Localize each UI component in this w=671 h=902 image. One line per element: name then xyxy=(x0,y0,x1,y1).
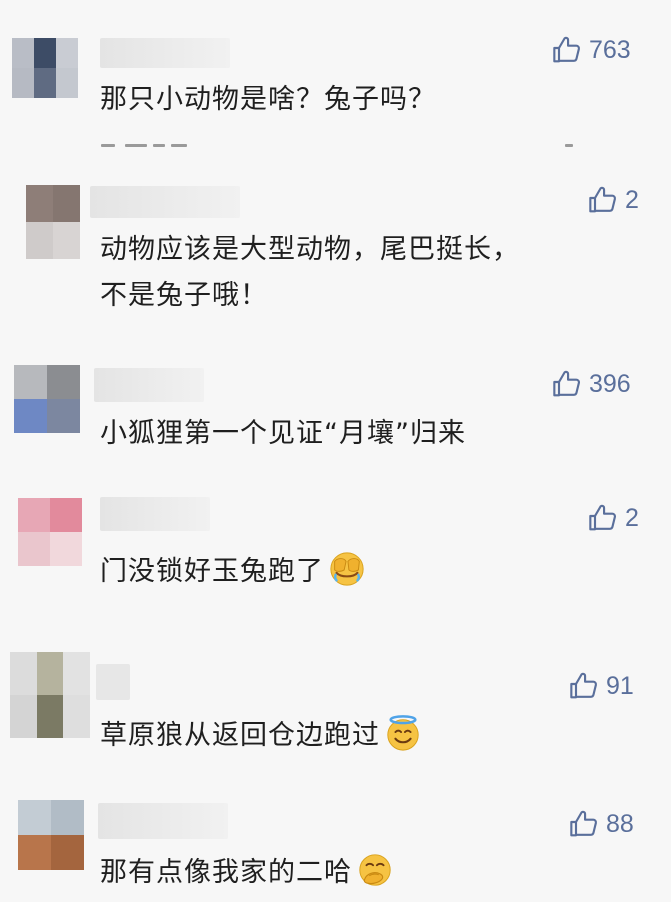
comment-text-line-2: 不是兔子哦！ xyxy=(100,280,268,311)
like-count: 2 xyxy=(625,185,639,214)
thumbs-up-icon xyxy=(568,670,600,702)
thumbs-up-icon xyxy=(587,502,619,534)
comment-text: 门没锁好玉兔跑了 xyxy=(100,556,324,587)
avatar[interactable] xyxy=(14,365,80,433)
like-button[interactable]: 2 xyxy=(587,502,639,534)
like-button[interactable]: 88 xyxy=(568,808,634,840)
comment-text: 草原狼从返回仓边跑过 xyxy=(100,720,380,751)
thumbs-up-icon xyxy=(551,34,583,66)
comment-text-row: 那有点像我家的二哈 xyxy=(100,851,394,893)
comment-text: 小狐狸第一个见证“月壤”归来 xyxy=(100,418,466,449)
like-count: 2 xyxy=(625,503,639,532)
username-blurred xyxy=(90,186,240,218)
like-button[interactable]: 396 xyxy=(551,368,631,400)
like-button[interactable]: 91 xyxy=(568,670,634,702)
like-count: 91 xyxy=(606,671,634,700)
avatar[interactable] xyxy=(18,800,84,870)
avatar[interactable] xyxy=(12,38,78,98)
comment-text: 那只小动物是啥？兔子吗？ xyxy=(100,84,436,115)
like-button[interactable]: 2 xyxy=(587,184,639,216)
comment-text: 那有点像我家的二哈 xyxy=(100,857,352,888)
like-count: 88 xyxy=(606,809,634,838)
thumbs-up-icon xyxy=(587,184,619,216)
username-blurred xyxy=(96,664,130,700)
avatar[interactable] xyxy=(18,498,82,566)
comment-text-row: 门没锁好玉兔跑了 xyxy=(100,550,366,592)
like-count: 396 xyxy=(589,369,631,398)
halo-smile-emoji-icon xyxy=(387,715,419,751)
clipped-text-row xyxy=(95,142,575,148)
username-blurred xyxy=(100,497,210,531)
thumbs-up-icon xyxy=(551,368,583,400)
avatar[interactable] xyxy=(26,185,80,259)
username-blurred xyxy=(100,38,230,68)
avatar[interactable] xyxy=(10,652,90,738)
like-count: 763 xyxy=(589,35,631,64)
comment-text-row: 草原狼从返回仓边跑过 xyxy=(100,714,422,756)
username-blurred xyxy=(98,803,228,839)
like-button[interactable]: 763 xyxy=(551,34,631,66)
face-palm-emoji-icon xyxy=(330,552,364,586)
comment-text-line-1: 动物应该是大型动物，尾巴挺长， xyxy=(100,234,520,265)
hand-over-mouth-emoji-icon xyxy=(359,854,391,886)
username-blurred xyxy=(94,368,204,402)
thumbs-up-icon xyxy=(568,808,600,840)
